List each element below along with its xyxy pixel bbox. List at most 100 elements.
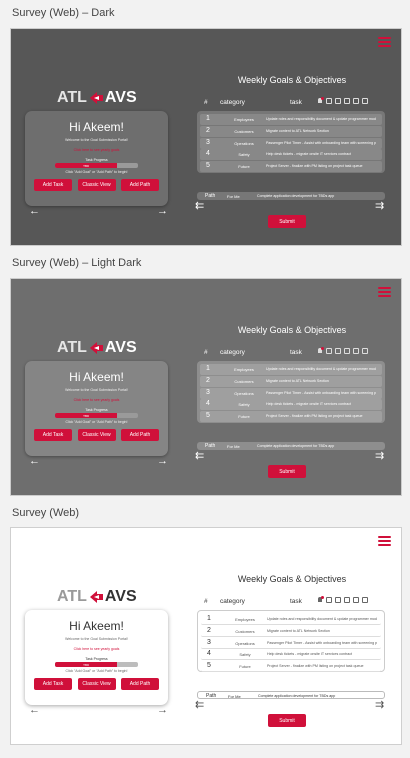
goals-table: 1 Employees Update roles and responsibilit… (197, 610, 385, 673)
double-right-arrow-icon[interactable]: ⇉ (375, 201, 384, 212)
add-task-button[interactable]: Add Task (34, 678, 72, 690)
row-number: 5 (206, 412, 210, 420)
left-arrow-icon[interactable]: ← (29, 456, 40, 467)
copy-icon[interactable] (353, 348, 359, 354)
row-category: Operations (235, 640, 255, 646)
row-number: 3 (206, 388, 210, 396)
grid-icon[interactable] (344, 597, 350, 603)
yearly-goals-link[interactable]: Click here to see yearly goals (25, 398, 168, 402)
table-row[interactable]: 5 Future Project Server - finalize with PM… (200, 161, 382, 173)
path-row[interactable]: Path For Me Complete application develop… (197, 691, 385, 699)
grid-icon[interactable] (344, 348, 350, 354)
row-task: Passenger Pilot Timer - Assist with onbo… (267, 640, 377, 645)
task-progress-bar: TBD (55, 163, 138, 168)
table-row[interactable]: 4 Safety Help desk tickets - migrate onsit… (201, 649, 381, 661)
table-row[interactable]: 2 Customers Migrate content to ATL Network… (200, 125, 382, 137)
double-left-arrow-icon[interactable]: ⇇ (195, 201, 204, 212)
row-task: Migrate content to ATL Network Section (266, 128, 329, 133)
right-arrow-icon[interactable]: → (157, 705, 168, 716)
double-right-arrow-icon[interactable]: ⇉ (375, 451, 384, 462)
copy-icon[interactable] (353, 597, 359, 603)
add-task-button[interactable]: Add Task (34, 429, 72, 441)
atl-avs-logo: ATL AVS (57, 89, 137, 106)
frame-light-dark: ATL AVS Hi Akeem! Welcome to the Goal Su… (10, 278, 402, 496)
row-task: Update roles and responsibility document… (266, 367, 376, 371)
weekly-goals-title: Weekly Goals & Objectives (237, 325, 347, 335)
task-progress-label: Task Progress (85, 408, 108, 412)
goals-table: 1 Employees Update roles and responsibilit… (197, 111, 385, 173)
classic-view-button[interactable]: Classic View (77, 429, 116, 441)
row-number: 5 (206, 162, 210, 170)
expand-icon[interactable] (362, 98, 368, 104)
submit-button[interactable]: Submit (268, 465, 306, 478)
classic-view-button[interactable]: Classic View (77, 179, 116, 191)
row-number: 2 (207, 626, 211, 634)
hamburger-menu-icon[interactable] (378, 287, 391, 297)
category-header: category (220, 99, 245, 106)
task-progress-bar: TBD (55, 413, 138, 418)
table-row[interactable]: 5 Future Project Server - finalize with PM… (200, 411, 382, 423)
yearly-goals-link[interactable]: Click here to see yearly goals (25, 148, 168, 152)
minus-box-icon[interactable] (326, 597, 332, 603)
hamburger-menu-icon[interactable] (378, 536, 391, 546)
expand-icon[interactable] (362, 597, 368, 603)
table-row[interactable]: 4 Safety Help desk tickets - migrate onsit… (200, 149, 382, 161)
left-arrow-icon[interactable]: ← (29, 705, 40, 716)
table-row[interactable]: 2 Customers Migrate content to ATL Network… (201, 625, 381, 637)
row-category: Employees (234, 117, 254, 122)
logo-arrow-icon (89, 342, 103, 354)
minus-box-icon[interactable] (326, 98, 332, 104)
notification-bell-icon[interactable] (317, 347, 324, 354)
add-path-button[interactable]: Add Path (121, 678, 159, 690)
add-task-button[interactable]: Add Task (34, 179, 72, 191)
minus-box-icon[interactable] (326, 348, 332, 354)
double-left-arrow-icon[interactable]: ⇇ (195, 700, 204, 711)
plus-box-icon[interactable] (335, 597, 341, 603)
row-category: Customers (234, 128, 254, 134)
plus-box-icon[interactable] (335, 98, 341, 104)
task-header: task (290, 99, 302, 106)
grid-icon[interactable] (344, 98, 350, 104)
double-right-arrow-icon[interactable]: ⇉ (375, 700, 384, 711)
row-category: Customers (235, 628, 255, 634)
yearly-goals-link[interactable]: Click here to see yearly goals (25, 647, 168, 651)
left-arrow-icon[interactable]: ← (29, 206, 40, 217)
submit-button[interactable]: Submit (268, 714, 306, 727)
copy-icon[interactable] (353, 98, 359, 104)
add-path-button[interactable]: Add Path (121, 429, 159, 441)
table-row[interactable]: 1 Employees Update roles and responsibilit… (200, 114, 382, 125)
greeting: Hi Akeem! (69, 370, 124, 384)
logo-arrow-icon (89, 92, 103, 104)
table-row[interactable]: 3 Operations Passenger Pilot Timer - Assis… (200, 137, 382, 149)
classic-view-button[interactable]: Classic View (77, 678, 116, 690)
hamburger-menu-icon[interactable] (378, 37, 391, 47)
task-progress-label: Task Progress (85, 657, 108, 661)
welcome-text: Welcome to the Goal Submission Portal! (65, 138, 128, 142)
goals-table: 1 Employees Update roles and responsibilit… (197, 361, 385, 423)
notification-bell-icon[interactable] (317, 97, 324, 104)
table-row[interactable]: 2 Customers Migrate content to ATL Network… (200, 375, 382, 387)
table-row[interactable]: 1 Employees Update roles and responsibilit… (201, 614, 381, 625)
path-row[interactable]: Path For Me Complete application develop… (197, 442, 385, 450)
table-row[interactable]: 1 Employees Update roles and responsibilit… (200, 364, 382, 375)
double-left-arrow-icon[interactable]: ⇇ (195, 451, 204, 462)
right-arrow-icon[interactable]: → (157, 456, 168, 467)
table-row[interactable]: 3 Operations Passenger Pilot Timer - Assis… (201, 637, 381, 649)
expand-icon[interactable] (362, 348, 368, 354)
notification-bell-icon[interactable] (317, 596, 324, 603)
row-number: 3 (207, 638, 211, 646)
weekly-goals-title: Weekly Goals & Objectives (237, 75, 347, 85)
table-row[interactable]: 3 Operations Passenger Pilot Timer - Assis… (200, 387, 382, 399)
row-category: Operations (234, 390, 254, 396)
row-category: Safety (238, 402, 250, 408)
plus-box-icon[interactable] (335, 348, 341, 354)
table-row[interactable]: 5 Future Project Server - finalize with PM… (201, 661, 381, 673)
category-header: category (220, 598, 245, 605)
right-arrow-icon[interactable]: → (157, 206, 168, 217)
submit-button[interactable]: Submit (268, 215, 306, 228)
table-row[interactable]: 4 Safety Help desk tickets - migrate onsit… (200, 399, 382, 411)
row-category: Employees (234, 367, 254, 372)
add-path-button[interactable]: Add Path (121, 179, 159, 191)
path-row[interactable]: Path For Me Complete application develop… (197, 192, 385, 200)
row-category: Future (238, 164, 250, 170)
